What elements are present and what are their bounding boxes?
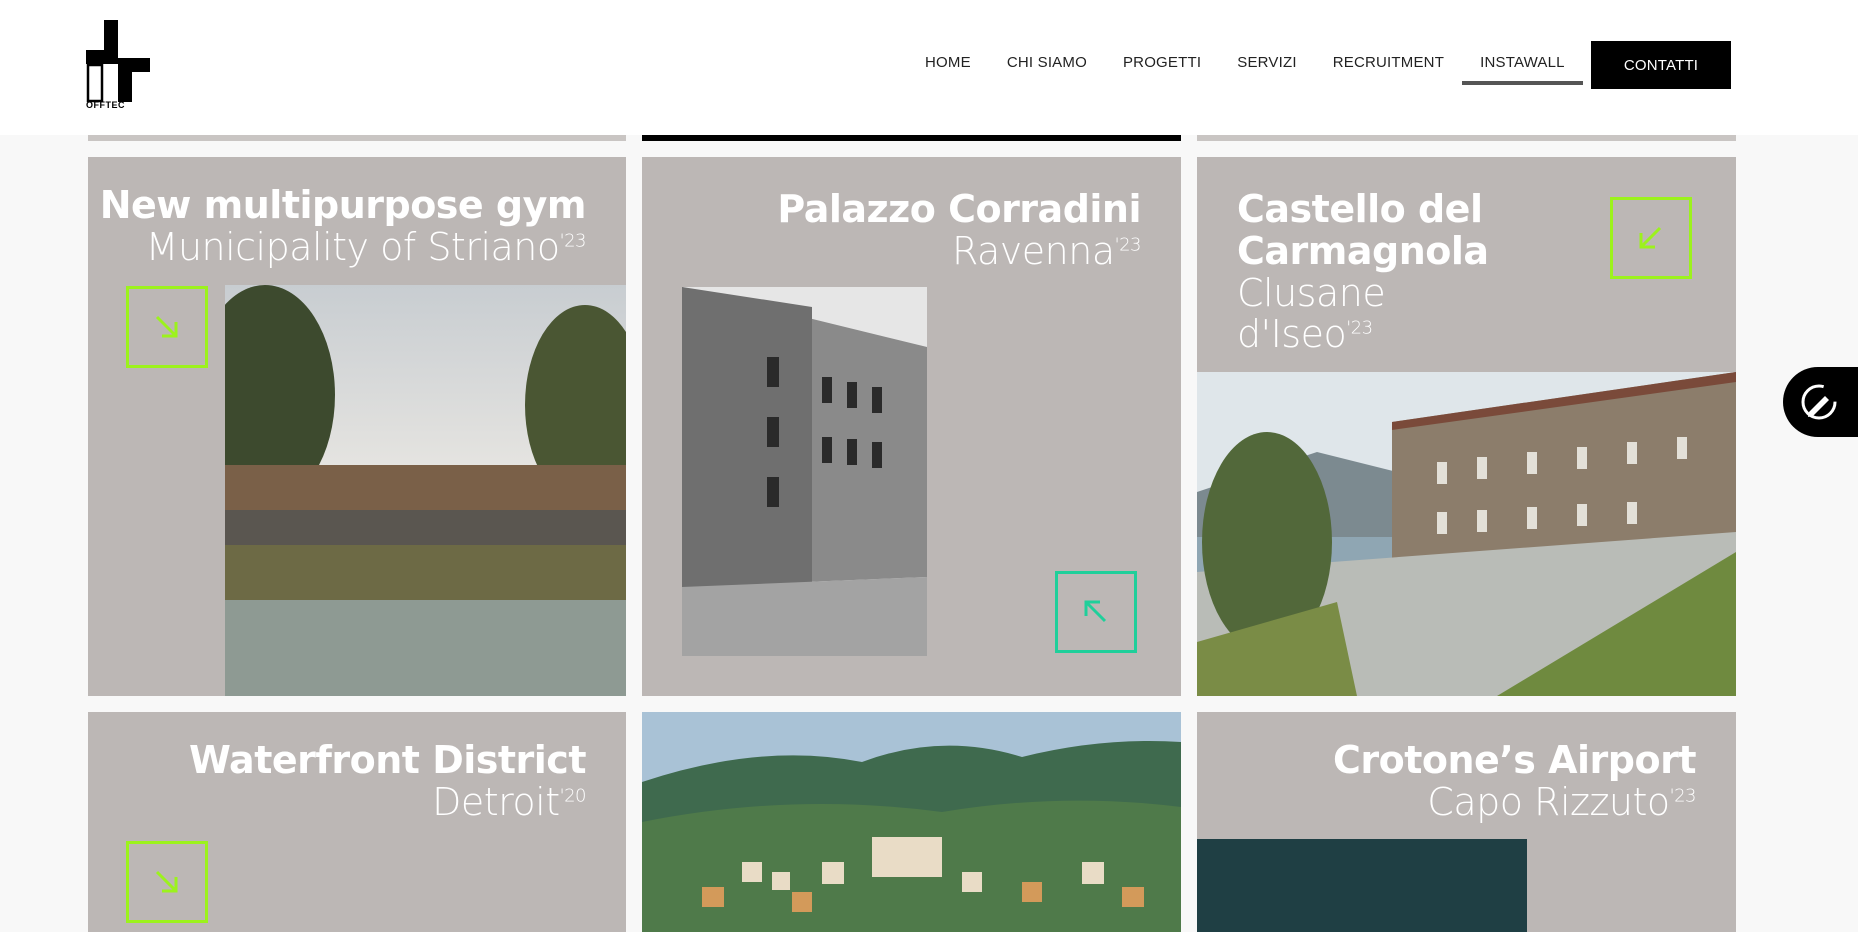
project-location-line2: d'Iseo [1237,312,1347,357]
arrow-down-right-icon [155,870,178,893]
project-photo-bw [682,287,927,656]
open-project-button[interactable] [1610,197,1692,279]
arrow-down-left-icon [1639,226,1662,249]
project-card-striano[interactable]: New multipurpose gym Municipality of Str… [88,157,626,696]
project-location-line1: Clusane [1237,270,1386,315]
project-year: '23 [1669,785,1697,807]
nav-instawall[interactable]: INSTAWALL [1462,54,1583,85]
nav-servizi[interactable]: SERVIZI [1219,54,1314,71]
open-project-button[interactable] [126,286,208,368]
logo-text: OFFTEC [86,100,125,110]
project-render-image [1197,372,1736,696]
column-divider [88,135,626,141]
open-project-button[interactable] [1055,571,1137,653]
project-title: Waterfront District Detroit'20 [188,738,587,824]
project-render-image [225,285,626,696]
nav-chi-siamo[interactable]: CHI SIAMO [989,54,1105,71]
project-year: '23 [1346,317,1373,339]
project-name-line2: Carmagnola [1237,228,1489,273]
nav-home[interactable]: HOME [907,54,989,71]
contact-button[interactable]: CONTATTI [1591,41,1731,89]
project-title: New multipurpose gym Municipality of Str… [99,183,587,269]
project-render-image [1197,839,1527,932]
project-photo [642,712,1181,932]
pencil-icon [1801,384,1837,420]
offtec-logo[interactable] [86,20,150,112]
project-name: Crotone’s Airport [1332,738,1697,782]
nav-progetti[interactable]: PROGETTI [1105,54,1219,71]
arrow-up-left-icon [1084,600,1107,623]
column-divider [1197,135,1736,141]
column-divider-active [642,135,1181,141]
project-year: '20 [559,785,587,807]
project-year: '23 [559,230,587,252]
project-location: Capo Rizzuto [1427,779,1670,824]
open-project-button[interactable] [126,841,208,923]
project-card-corradini[interactable]: Palazzo Corradini Ravenna'23 [642,157,1181,696]
project-title: Castello del Carmagnola Clusane d'Iseo'2… [1237,187,1489,357]
site-header: OFFTEC HOME CHI SIAMO PROGETTI SERVIZI R… [0,0,1858,135]
project-name: Waterfront District [188,738,587,782]
project-title: Crotone’s Airport Capo Rizzuto'23 [1332,738,1697,824]
project-card-detroit[interactable]: Waterfront District Detroit'20 [88,712,626,932]
project-year: '23 [1114,234,1142,256]
project-location: Ravenna [951,228,1115,273]
project-title: Palazzo Corradini Ravenna'23 [777,187,1142,273]
project-name-line1: Castello del [1237,187,1483,231]
project-location: Detroit [432,779,560,824]
project-location: Municipality of Striano [145,224,560,269]
project-name: New multipurpose gym [99,183,587,227]
project-name: Palazzo Corradini [777,187,1141,231]
main-nav: HOME CHI SIAMO PROGETTI SERVIZI RECRUITM… [907,54,1583,85]
project-card-carmagnola[interactable]: Castello del Carmagnola Clusane d'Iseo'2… [1197,157,1736,696]
arrow-down-right-icon [155,315,178,338]
accessibility-edit-widget[interactable] [1783,367,1858,437]
nav-recruitment[interactable]: RECRUITMENT [1315,54,1462,71]
project-card-coastal-town[interactable] [642,712,1181,932]
project-card-crotone[interactable]: Crotone’s Airport Capo Rizzuto'23 [1197,712,1736,932]
